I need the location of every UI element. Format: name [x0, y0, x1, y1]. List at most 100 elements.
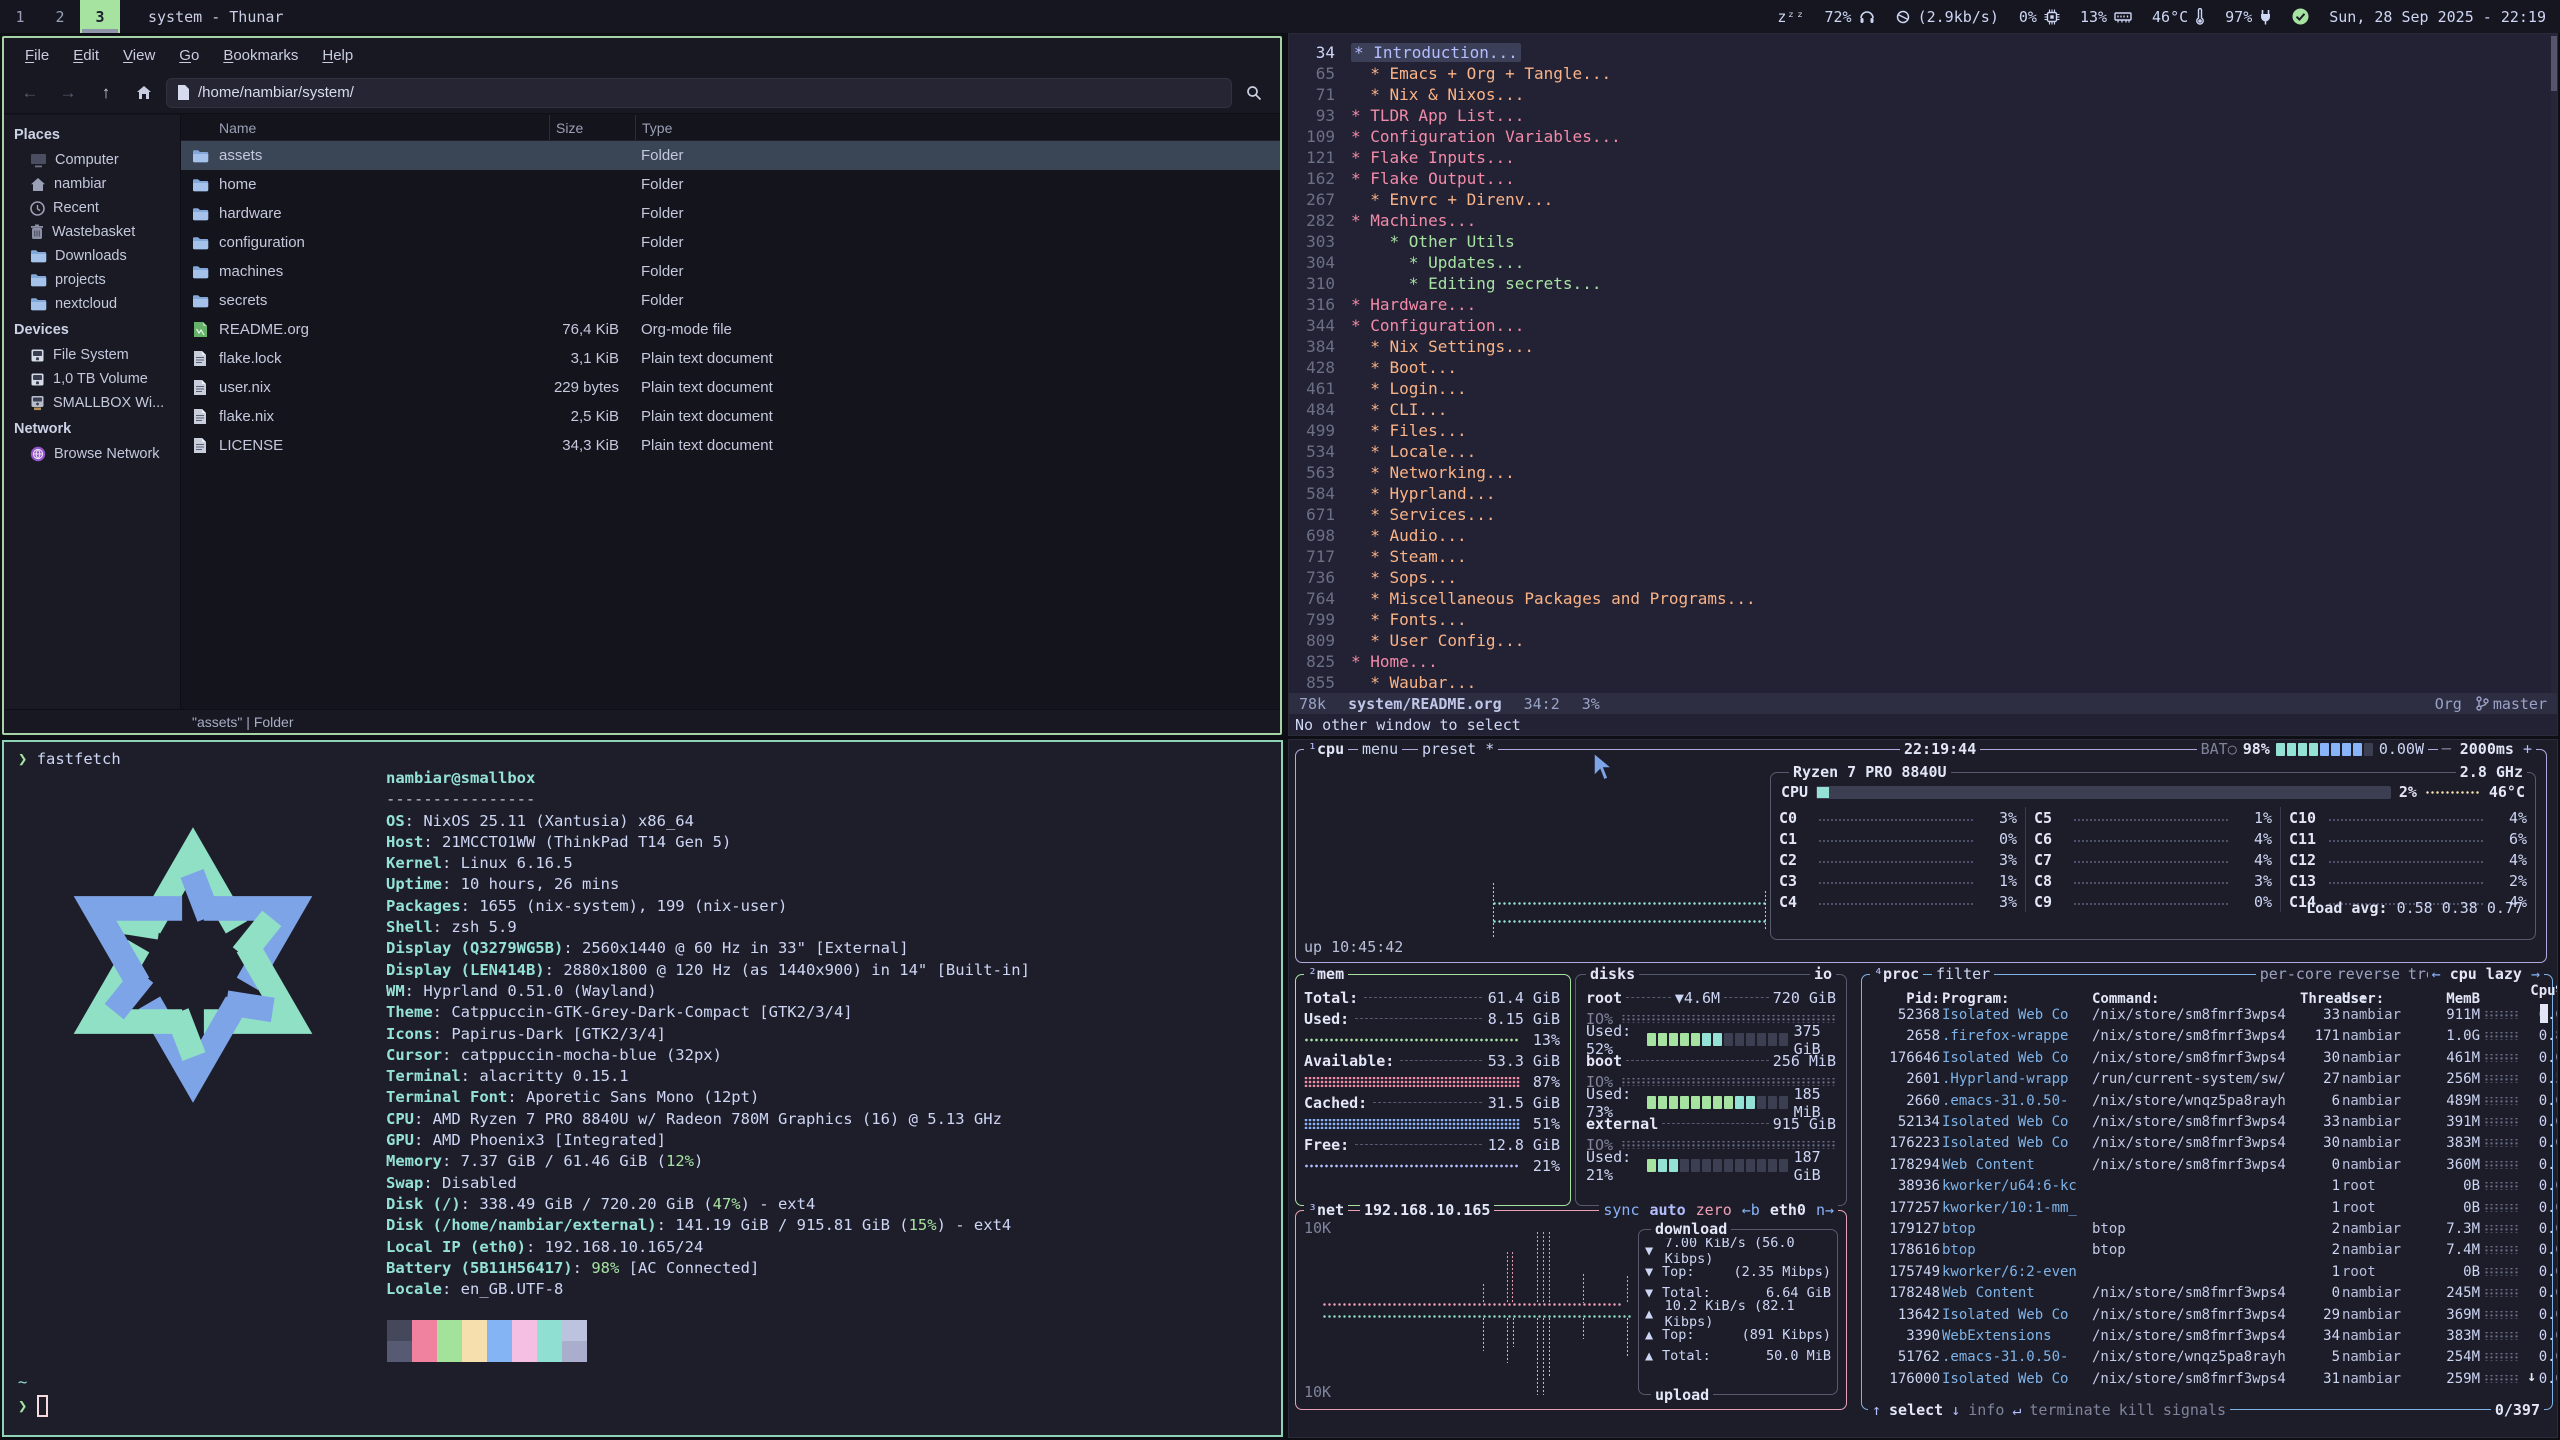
- proc-header-User[interactable]: User:: [2342, 991, 2424, 1007]
- sidebar-item-recent[interactable]: Recent: [4, 196, 180, 220]
- proc-key-key[interactable]: ↑: [1872, 1401, 1881, 1419]
- org-heading-line[interactable]: 93* TLDR App List...: [1289, 105, 2551, 126]
- file-row-license[interactable]: LICENSE34,3 KiBPlain text document: [181, 431, 1280, 460]
- preset-button[interactable]: preset *: [1418, 740, 1498, 758]
- org-heading-line[interactable]: 384 * Nix Settings...: [1289, 336, 2551, 357]
- filter-button[interactable]: filter: [1932, 965, 1994, 983]
- workspace-3[interactable]: 3: [80, 0, 120, 33]
- process-row[interactable]: 13642Isolated Web Co/nix/store/sm8fmrf3w…: [1866, 1304, 2548, 1325]
- proc-header-Program[interactable]: Program:: [1942, 991, 2090, 1007]
- net-option-zero[interactable]: zero: [1696, 1201, 1732, 1219]
- file-row-machines[interactable]: machinesFolder: [181, 257, 1280, 286]
- sidebar-item-browse-network[interactable]: Browse Network: [4, 442, 180, 466]
- org-heading-line[interactable]: 764 * Miscellaneous Packages and Program…: [1289, 588, 2551, 609]
- sidebar-item-smallbox-wi-[interactable]: SMALLBOX Wi...: [4, 391, 180, 415]
- file-row-assets[interactable]: assetsFolder: [181, 141, 1280, 170]
- column-header-type[interactable]: Type: [635, 115, 1280, 140]
- org-heading-line[interactable]: 71 * Nix & Nixos...: [1289, 84, 2551, 105]
- proc-key-signals[interactable]: signals: [2163, 1401, 2226, 1419]
- search-button[interactable]: [1238, 78, 1270, 108]
- file-row-flake-nix[interactable]: flake.nix2,5 KiBPlain text document: [181, 402, 1280, 431]
- process-row[interactable]: 178616btopbtop2nambiar7.4M0.0: [1866, 1240, 2548, 1261]
- org-heading-line[interactable]: 825* Home...: [1289, 651, 2551, 672]
- scrollbar-thumb[interactable]: [2551, 36, 2557, 91]
- cpu-tab[interactable]: ¹cpu: [1304, 740, 1348, 758]
- per-core-toggle[interactable]: per-core: [2256, 965, 2336, 983]
- org-heading-line[interactable]: 717 * Steam...: [1289, 546, 2551, 567]
- proc-key-kill[interactable]: kill: [2119, 1401, 2155, 1419]
- org-heading-line[interactable]: 809 * User Config...: [1289, 630, 2551, 651]
- menu-edit[interactable]: Edit: [62, 43, 110, 68]
- org-heading-line[interactable]: 162* Flake Output...: [1289, 168, 2551, 189]
- process-row[interactable]: 2660.emacs-31.0.50-/nix/store/wnqz5pa8ra…: [1866, 1090, 2548, 1111]
- org-heading-line[interactable]: 855 * Waubar...: [1289, 672, 2551, 693]
- process-row[interactable]: 2601.Hyprland-wrapp/run/current-system/s…: [1866, 1069, 2548, 1090]
- path-bar[interactable]: /home/nambiar/system/: [166, 78, 1232, 108]
- column-header-size[interactable]: Size: [549, 115, 619, 140]
- workspace-2[interactable]: 2: [40, 0, 80, 33]
- proc-key-key[interactable]: ↓: [1951, 1401, 1960, 1419]
- proc-key-info[interactable]: info: [1968, 1401, 2004, 1419]
- process-row[interactable]: 176646Isolated Web Co/nix/store/sm8fmrf3…: [1866, 1047, 2548, 1068]
- proc-key-select[interactable]: select: [1889, 1401, 1943, 1419]
- proc-tab[interactable]: ⁴proc: [1870, 965, 1923, 983]
- process-row[interactable]: 2658.firefox-wrappe/nix/store/sm8fmrf3wp…: [1866, 1026, 2548, 1047]
- org-heading-line[interactable]: 534 * Locale...: [1289, 441, 2551, 462]
- proc-scrollbar-thumb[interactable]: [2540, 1004, 2548, 1023]
- process-row[interactable]: 179127btopbtop2nambiar7.3M0.0: [1866, 1218, 2548, 1239]
- org-heading-line[interactable]: 428 * Boot...: [1289, 357, 2551, 378]
- proc-header-Threads[interactable]: Threads:: [2300, 991, 2340, 1007]
- up-button[interactable]: ↑: [90, 78, 122, 108]
- process-row[interactable]: 52368Isolated Web Co/nix/store/sm8fmrf3w…: [1866, 1004, 2548, 1025]
- org-heading-line[interactable]: 310 * Editing secrets...: [1289, 273, 2551, 294]
- org-heading-line[interactable]: 563 * Networking...: [1289, 462, 2551, 483]
- net-option-n[interactable]: n→: [1816, 1201, 1834, 1219]
- sidebar-item-downloads[interactable]: Downloads: [4, 244, 180, 268]
- process-row[interactable]: 176223Isolated Web Co/nix/store/sm8fmrf3…: [1866, 1133, 2548, 1154]
- proc-key-key[interactable]: ↵: [2012, 1401, 2021, 1419]
- proc-key-terminate[interactable]: terminate: [2029, 1401, 2110, 1419]
- terminal-window[interactable]: ❯ fastfetch nambiar@smallbox -----------…: [2, 740, 1283, 1437]
- clock-date[interactable]: Sun, 28 Sep 2025 - 22:19: [2329, 8, 2546, 26]
- org-heading-line[interactable]: 282* Machines...: [1289, 210, 2551, 231]
- menu-file[interactable]: File: [14, 43, 60, 68]
- menu-button[interactable]: menu: [1358, 740, 1402, 758]
- process-row[interactable]: 3390WebExtensions/nix/store/sm8fmrf3wps4…: [1866, 1325, 2548, 1346]
- proc-header-Pid[interactable]: Pid:: [1866, 991, 1940, 1007]
- refresh-rate[interactable]: ─ 2000ms +: [2438, 740, 2536, 758]
- column-header-name[interactable]: Name: [219, 120, 549, 136]
- io-tab[interactable]: io: [1810, 965, 1836, 983]
- sidebar-item-file-system[interactable]: File System: [4, 343, 180, 367]
- home-button[interactable]: [128, 78, 160, 108]
- org-heading-line[interactable]: 303 * Other Utils: [1289, 231, 2551, 252]
- workspace-1[interactable]: 1: [0, 0, 40, 33]
- tray-item-ram[interactable]: 13%: [2080, 8, 2132, 26]
- file-row-flake-lock[interactable]: flake.lock3,1 KiBPlain text document: [181, 344, 1280, 373]
- file-row-hardware[interactable]: hardwareFolder: [181, 199, 1280, 228]
- net-option-eth0[interactable]: eth0: [1770, 1201, 1806, 1219]
- net-option-sync[interactable]: sync: [1603, 1201, 1639, 1219]
- sidebar-item-computer[interactable]: Computer: [4, 148, 180, 172]
- org-heading-line[interactable]: 34* Introduction...: [1289, 42, 2551, 63]
- process-row[interactable]: 178248Web Content/nix/store/sm8fmrf3wps4…: [1866, 1282, 2548, 1303]
- emacs-scrollbar[interactable]: [2551, 34, 2557, 693]
- tray-item-thermo[interactable]: 46°C: [2152, 8, 2205, 26]
- org-heading-line[interactable]: 584 * Hyprland...: [1289, 483, 2551, 504]
- net-option-b[interactable]: ←b: [1742, 1201, 1760, 1219]
- process-row[interactable]: 177257kworker/10:1-mm_1root0B0.0: [1866, 1197, 2548, 1218]
- process-row[interactable]: 38936kworker/u64:6-kc1root0B0.0: [1866, 1176, 2548, 1197]
- tray-item-idle[interactable]: zᶻᶻ: [1777, 8, 1804, 26]
- org-heading-line[interactable]: 267 * Envrc + Direnv...: [1289, 189, 2551, 210]
- disks-tab[interactable]: disks: [1586, 965, 1639, 983]
- net-tab[interactable]: ³net: [1304, 1201, 1348, 1219]
- org-heading-line[interactable]: 698 * Audio...: [1289, 525, 2551, 546]
- org-heading-line[interactable]: 499 * Files...: [1289, 420, 2551, 441]
- org-heading-line[interactable]: 344* Configuration...: [1289, 315, 2551, 336]
- process-row[interactable]: 51762.emacs-31.0.50-/nix/store/wnqz5pa8r…: [1866, 1347, 2548, 1368]
- proc-header-MemB[interactable]: MemB: [2426, 991, 2480, 1007]
- org-heading-line[interactable]: 484 * CLI...: [1289, 399, 2551, 420]
- sidebar-item-1-0-tb-volume[interactable]: 1,0 TB Volume: [4, 367, 180, 391]
- forward-button[interactable]: →: [52, 78, 84, 108]
- sidebar-item-nambiar[interactable]: nambiar: [4, 172, 180, 196]
- tray-item-plug[interactable]: 97%: [2225, 8, 2272, 26]
